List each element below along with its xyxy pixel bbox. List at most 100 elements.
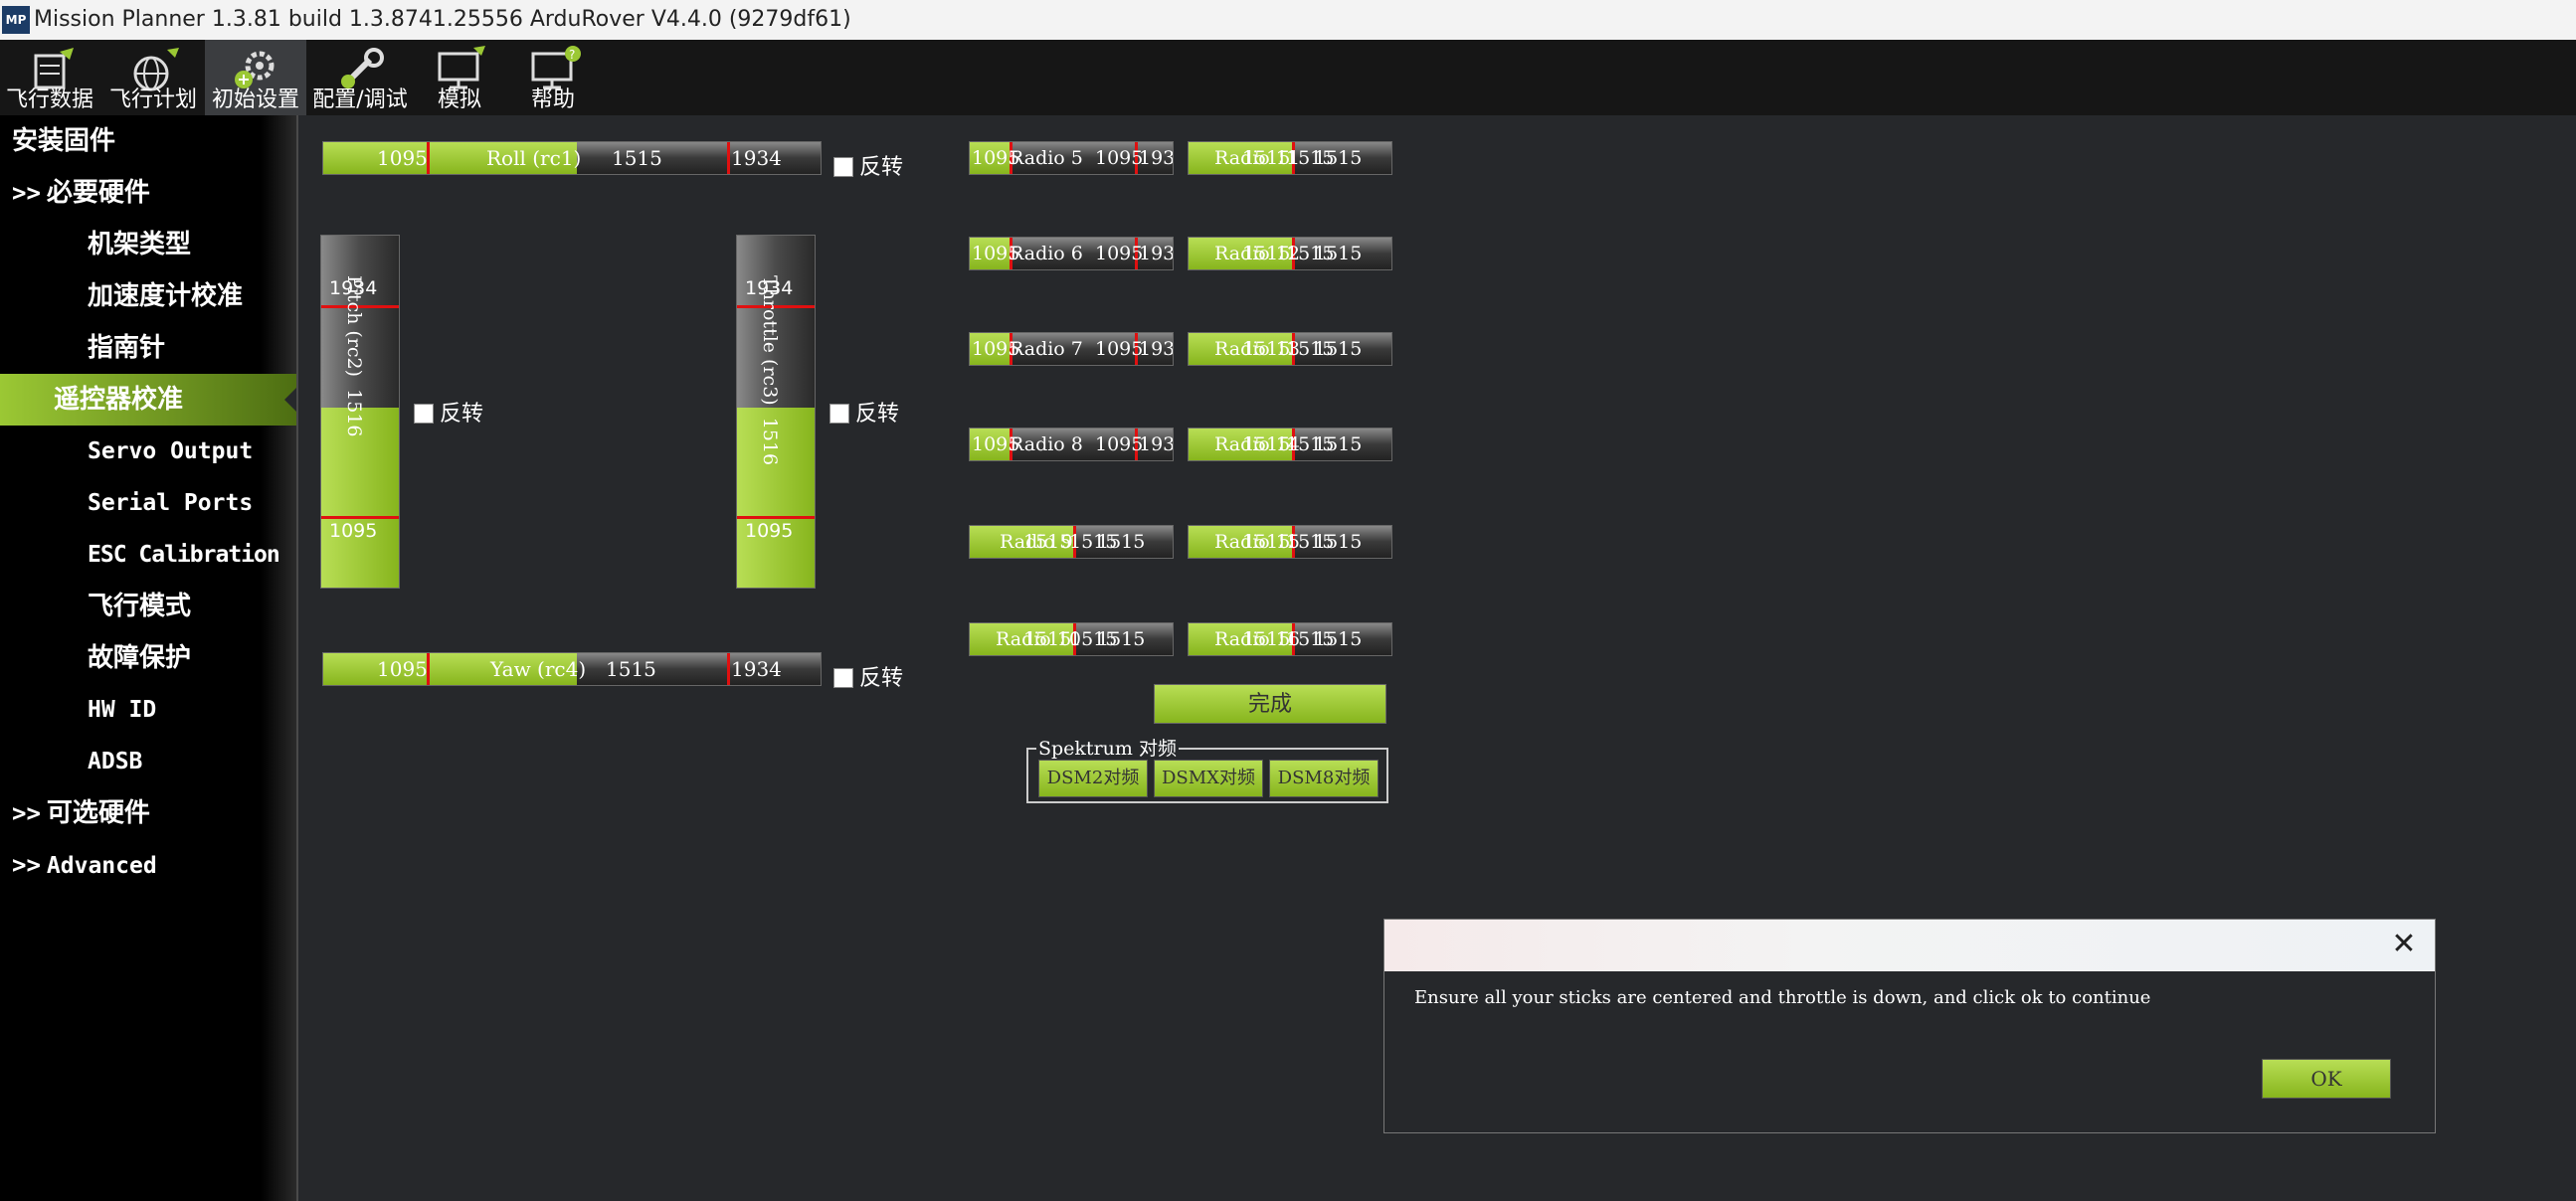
- sidebar-item-mandatory-hardware[interactable]: >> 必要硬件: [0, 167, 308, 219]
- bar-label: Pitch (rc2): [343, 275, 365, 378]
- sidebar-item-advanced[interactable]: >> Advanced: [0, 839, 308, 891]
- sidebar-item-label: 指南针: [88, 333, 166, 363]
- dialog-message: Ensure all your sticks are centered and …: [1414, 987, 2151, 1008]
- bar-label: Throttle (rc3): [759, 275, 781, 406]
- bar-max-value: 1515: [1097, 628, 1146, 650]
- sidebar-item-label: Servo Output: [88, 438, 254, 464]
- bar-min-value: 1515: [1242, 338, 1291, 360]
- sidebar-item-label: ADSB: [88, 749, 143, 774]
- sidebar-item-label: Advanced: [46, 853, 157, 879]
- bar-value: 1095: [1095, 147, 1144, 169]
- throttle-reverse-checkbox[interactable]: 反转: [829, 396, 899, 428]
- checkbox-label: 反转: [440, 402, 484, 427]
- menu-help[interactable]: ? 帮助: [505, 40, 601, 115]
- close-icon[interactable]: ✕: [2387, 928, 2421, 961]
- menu-label: 飞行数据: [5, 87, 93, 112]
- radio-11-bar: Radio 11 1515 1515 1515: [1188, 141, 1392, 175]
- menu-flight-data[interactable]: 飞行数据: [0, 40, 99, 115]
- radio-5-bar: 1095 Radio 5 1095 1934: [969, 141, 1174, 175]
- bar-max-value: 1934: [731, 146, 782, 170]
- window-titlebar: MP Mission Planner 1.3.81 build 1.3.8741…: [0, 0, 2576, 40]
- dsmx-bind-button[interactable]: DSMX对频: [1154, 760, 1263, 797]
- bar-max-value: 1934: [1139, 433, 1173, 455]
- radio-6-bar: 1095 Radio 6 1095 1934: [969, 237, 1174, 270]
- bar-min-value: 1095: [329, 520, 378, 542]
- bar-value: 1516: [343, 389, 365, 437]
- sidebar-item-label: 飞行模式: [88, 592, 192, 621]
- menu-flight-plan[interactable]: 飞行计划: [103, 40, 203, 115]
- bar-max-value: 1515: [1314, 433, 1363, 455]
- radio-16-bar: Radio 16 1515 1515 1515: [1188, 622, 1392, 656]
- checkbox-box[interactable]: [829, 404, 849, 424]
- roll-reverse-checkbox[interactable]: 反转: [833, 149, 903, 181]
- menu-label: 配置/调试: [312, 87, 408, 112]
- sidebar-item-hw-id[interactable]: HW ID: [0, 684, 384, 736]
- expand-chevron-icon: >>: [12, 799, 41, 827]
- bar-label-vertical: Throttle (rc3) 1516: [759, 275, 781, 465]
- bar-label: Radio 7: [1010, 338, 1083, 360]
- expand-chevron-icon: >>: [12, 179, 41, 207]
- menu-label: 帮助: [530, 87, 575, 112]
- sidebar-item-label: HW ID: [88, 697, 157, 723]
- menu-label: 模拟: [437, 87, 481, 112]
- sidebar-item-label: 故障保护: [88, 643, 192, 673]
- bar-max-value: 1934: [731, 657, 782, 681]
- bar-min-value: 1515: [1023, 531, 1072, 553]
- bar-value: 1515: [612, 146, 662, 170]
- dsm2-bind-button[interactable]: DSM2对频: [1038, 760, 1148, 797]
- bar-max-value: 1515: [1314, 243, 1363, 264]
- pitch-reverse-checkbox[interactable]: 反转: [414, 396, 483, 428]
- sidebar-item-adsb[interactable]: ADSB: [0, 736, 384, 787]
- bar-max-value: 1515: [1314, 628, 1363, 650]
- sidebar-item-label: ESC Calibration: [88, 542, 280, 568]
- bar-min-value: 1515: [1242, 628, 1291, 650]
- checkbox-label: 反转: [855, 402, 900, 427]
- sidebar-item-label: 必要硬件: [46, 178, 150, 208]
- sidebar-item-label: 可选硬件: [46, 798, 150, 828]
- bar-value: 1095: [1095, 433, 1144, 455]
- min-marker: [321, 516, 399, 519]
- menu-initial-setup[interactable]: 初始设置: [205, 40, 306, 115]
- sidebar-item-optional-hardware[interactable]: >> 可选硬件: [0, 787, 308, 839]
- roll-rc1-bar: 1095 Roll (rc1) 1515 1934: [322, 141, 822, 175]
- setup-sidebar: 安装固件 >> 必要硬件 机架类型 加速度计校准 指南针 遥控器校准 Servo …: [0, 115, 298, 1201]
- menu-simulation[interactable]: 模拟: [412, 40, 507, 115]
- checkbox-box[interactable]: [833, 157, 853, 177]
- bar-value: 1095: [1095, 338, 1144, 360]
- radio-8-bar: 1095 Radio 8 1095 1934: [969, 428, 1174, 461]
- dsm8-bind-button[interactable]: DSM8对频: [1269, 760, 1379, 797]
- dialog-header: ✕: [1384, 920, 2435, 971]
- bar-value: 1515: [606, 657, 656, 681]
- bar-max-value: 1934: [1139, 147, 1173, 169]
- bar-label: Yaw (rc4): [490, 657, 587, 681]
- selection-arrow-icon: [284, 388, 296, 412]
- bar-min-value: 1095: [377, 146, 428, 170]
- menu-config-tuning[interactable]: 配置/调试: [310, 40, 410, 115]
- bar-max-value: 1515: [1314, 531, 1363, 553]
- bar-value: 1095: [1095, 243, 1144, 264]
- checkbox-box[interactable]: [833, 668, 853, 688]
- bar-value: 1516: [759, 417, 781, 466]
- checkbox-label: 反转: [859, 155, 904, 180]
- bar-label: Radio 6: [1010, 243, 1083, 264]
- bar-max-value: 1515: [1314, 147, 1363, 169]
- yaw-reverse-checkbox[interactable]: 反转: [833, 660, 903, 692]
- bar-min-value: 1515: [1242, 433, 1291, 455]
- checkbox-label: 反转: [859, 666, 904, 691]
- sidebar-item-radio-calibration[interactable]: 遥控器校准: [0, 374, 296, 426]
- sidebar-item-label: 机架类型: [88, 230, 192, 259]
- ok-button[interactable]: OK: [2262, 1059, 2391, 1099]
- radio-7-bar: 1095 Radio 7 1095 1934: [969, 332, 1174, 366]
- bar-label: Roll (rc1): [486, 146, 582, 170]
- sidebar-item-label: 遥控器校准: [54, 385, 184, 415]
- radio-12-bar: Radio 12 1515 1515 1515: [1188, 237, 1392, 270]
- bar-max-value: 1515: [1314, 338, 1363, 360]
- min-marker: [737, 516, 815, 519]
- bar-max-value: 1934: [1139, 243, 1173, 264]
- sidebar-item-install-firmware[interactable]: 安装固件: [0, 115, 308, 167]
- sidebar-item-label: 加速度计校准: [88, 281, 244, 311]
- max-marker: [727, 142, 730, 174]
- calibration-done-button[interactable]: 完成: [1154, 684, 1386, 724]
- checkbox-box[interactable]: [414, 404, 434, 424]
- bar-label: Radio 8: [1010, 433, 1083, 455]
